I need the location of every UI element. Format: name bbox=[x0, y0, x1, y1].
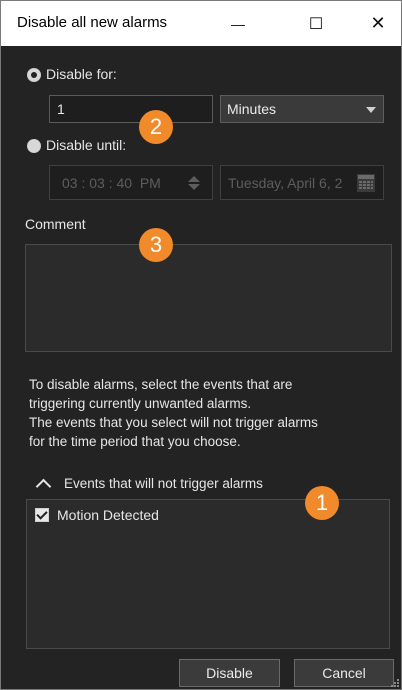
instructions-line: for the time period that you choose. bbox=[29, 434, 241, 449]
callout-badge-2: 2 bbox=[139, 110, 173, 144]
disable-until-radio[interactable] bbox=[27, 139, 41, 153]
window-title: Disable all new alarms bbox=[17, 14, 168, 31]
time-unit-dropdown[interactable]: Minutes bbox=[220, 95, 384, 123]
disable-button-label: Disable bbox=[206, 665, 253, 681]
instructions-line: triggering currently unwanted alarms. bbox=[29, 396, 252, 411]
amount-value: 1 bbox=[57, 101, 65, 117]
disable-for-amount-input[interactable]: 1 bbox=[49, 95, 213, 123]
minimize-button[interactable]: — bbox=[215, 1, 261, 46]
date-value: Tuesday, April 6, 2 bbox=[228, 175, 343, 191]
dialog-body: Disable for: 1 Minutes Disable until: 03… bbox=[1, 46, 401, 689]
title-bar: Disable all new alarms — ☐ ✕ bbox=[1, 1, 401, 46]
instructions-line: To disable alarms, select the events tha… bbox=[29, 377, 293, 392]
time-unit-value: Minutes bbox=[227, 101, 277, 117]
minimize-icon: — bbox=[231, 15, 245, 32]
disable-for-label: Disable for: bbox=[46, 66, 117, 82]
maximize-button[interactable]: ☐ bbox=[293, 1, 339, 46]
events-section-header[interactable]: Events that will not trigger alarms bbox=[64, 476, 263, 491]
resize-grip-icon[interactable] bbox=[391, 679, 399, 687]
disable-until-date-picker[interactable]: Tuesday, April 6, 2 bbox=[220, 165, 384, 200]
disable-until-label: Disable until: bbox=[46, 137, 127, 153]
calendar-icon[interactable] bbox=[357, 174, 375, 192]
callout-badge-3: 3 bbox=[139, 228, 173, 262]
cancel-button-label: Cancel bbox=[322, 665, 366, 681]
chevron-up-icon[interactable] bbox=[35, 478, 52, 495]
spinner-icon[interactable] bbox=[187, 175, 201, 191]
events-list: Motion Detected bbox=[26, 499, 390, 649]
motion-detected-checkbox[interactable] bbox=[35, 508, 49, 522]
maximize-icon: ☐ bbox=[308, 15, 324, 33]
instructions-text: To disable alarms, select the events tha… bbox=[29, 375, 379, 451]
callout-badge-1: 1 bbox=[305, 486, 339, 520]
time-value: 03 : 03 : 40 PM bbox=[62, 175, 161, 191]
comment-textarea[interactable] bbox=[25, 244, 392, 352]
close-icon: ✕ bbox=[370, 13, 386, 33]
chevron-down-icon bbox=[366, 107, 376, 113]
list-item-label: Motion Detected bbox=[57, 507, 159, 523]
instructions-line: The events that you select will not trig… bbox=[29, 415, 318, 430]
disable-for-radio[interactable] bbox=[27, 68, 41, 82]
cancel-button[interactable]: Cancel bbox=[294, 659, 394, 687]
comment-label: Comment bbox=[25, 216, 86, 232]
disable-button[interactable]: Disable bbox=[179, 659, 280, 687]
disable-until-time-picker[interactable]: 03 : 03 : 40 PM bbox=[49, 165, 213, 200]
close-button[interactable]: ✕ bbox=[355, 1, 401, 46]
alarm-disable-dialog: Disable all new alarms — ☐ ✕ Disable for… bbox=[0, 0, 402, 690]
